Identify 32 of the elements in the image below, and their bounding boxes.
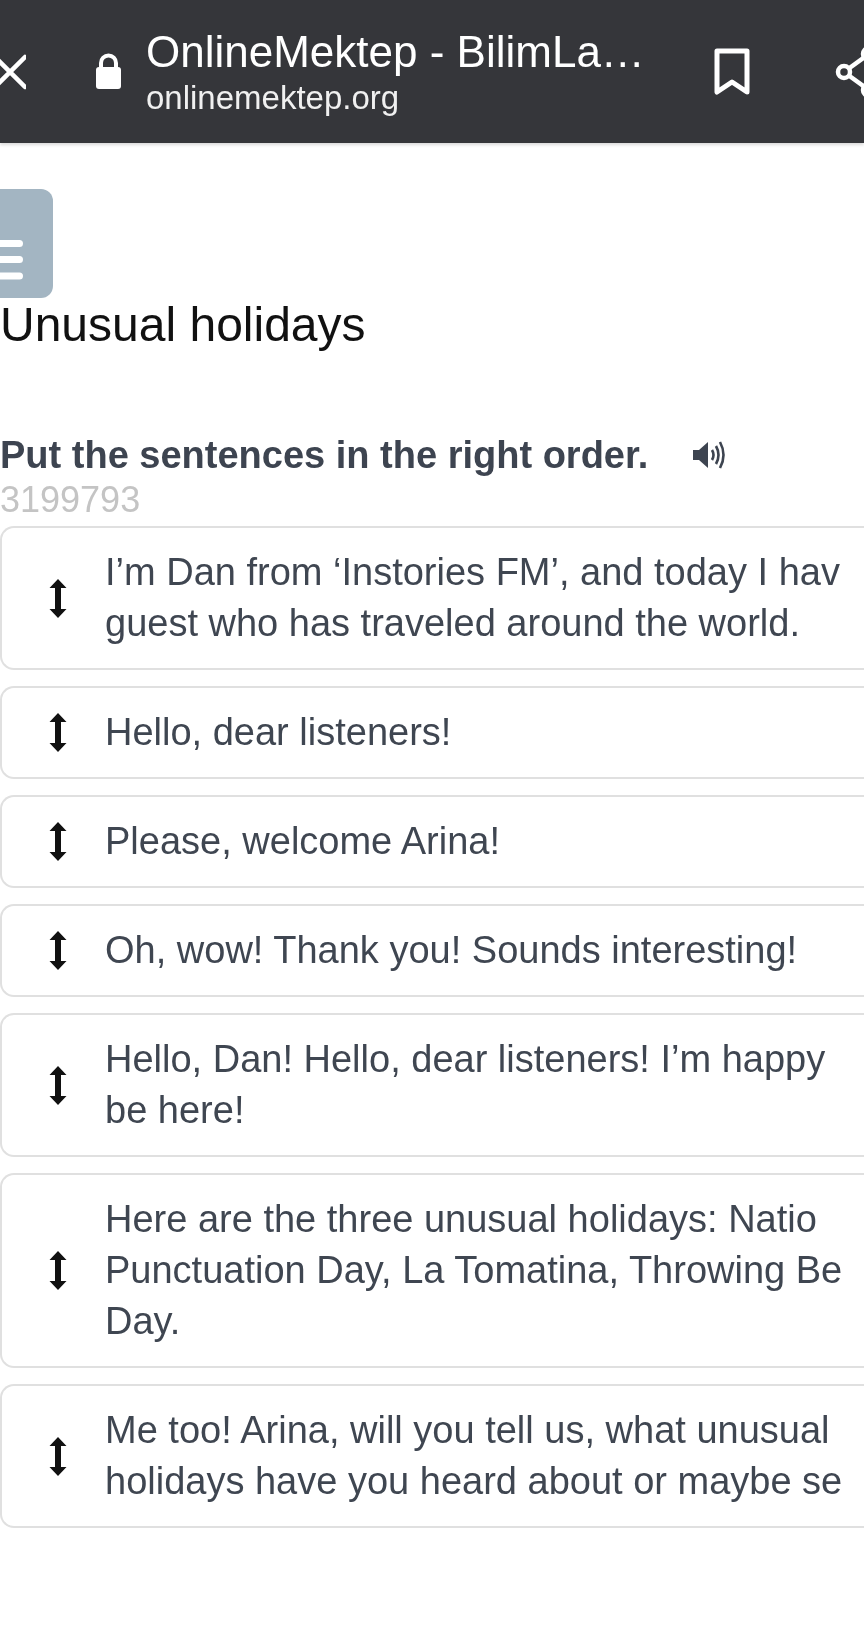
speaker-icon[interactable] [692, 440, 728, 470]
up-down-arrow-icon[interactable] [49, 713, 67, 752]
bookmark-icon[interactable] [713, 47, 751, 96]
page-title: OnlineMektep - BilimLa… [146, 26, 645, 77]
close-icon[interactable] [0, 53, 26, 90]
page-url: onlinemektep.org [146, 78, 400, 117]
sentence-text: Hello, Dan! Hello, dear listeners! I’m happy be here! [105, 1037, 826, 1133]
sentence-card[interactable]: I’m Dan from ‘Instories FM’, and today I hav guest who has traveled around the world. [0, 526, 864, 670]
sentence-text: I’m Dan from ‘Instories FM’, and today I hav guest who has traveled around the world. [105, 550, 840, 646]
up-down-arrow-icon[interactable] [49, 1065, 67, 1105]
lock-icon [95, 53, 122, 90]
up-down-arrow-icon[interactable] [49, 1251, 67, 1290]
sentence-text: Please, welcome Arina! [105, 819, 500, 864]
sentence-text: Here are the three unusual holidays: Natio Punctuation Day, La Tomatina, Throwing Be Day. [105, 1197, 843, 1344]
up-down-arrow-icon[interactable] [49, 931, 67, 970]
up-down-arrow-icon[interactable] [49, 822, 67, 861]
task-instruction: Put the sentences in the right order. [0, 434, 649, 476]
sentence-card[interactable]: Me too! Arina, will you tell us, what unusual holidays have you heard about or maybe se [0, 1384, 864, 1528]
sentence-text: Oh, wow! Thank you! Sounds interesting! [105, 928, 798, 973]
exercise-id: 3199793 [0, 480, 142, 520]
lesson-title: Unusual holidays [0, 298, 367, 352]
up-down-arrow-icon[interactable] [49, 578, 67, 618]
share-icon[interactable] [835, 45, 864, 98]
sentence-card[interactable]: Hello, dear listeners! [0, 686, 864, 779]
sentence-card[interactable]: Hello, Dan! Hello, dear listeners! I’m happy be here! [0, 1013, 864, 1157]
menu-icon [0, 239, 23, 281]
sentence-card[interactable]: Here are the three unusual holidays: Natio Punctuation Day, La Tomatina, Throwing Be Day. [0, 1173, 864, 1368]
up-down-arrow-icon[interactable] [49, 1436, 67, 1476]
sentence-text: Me too! Arina, will you tell us, what unusual holidays have you heard about or maybe se [105, 1408, 843, 1504]
sentence-card[interactable]: Please, welcome Arina! [0, 795, 864, 888]
sentence-text: Hello, dear listeners! [105, 710, 452, 755]
sentence-card[interactable]: Oh, wow! Thank you! Sounds interesting! [0, 904, 864, 997]
